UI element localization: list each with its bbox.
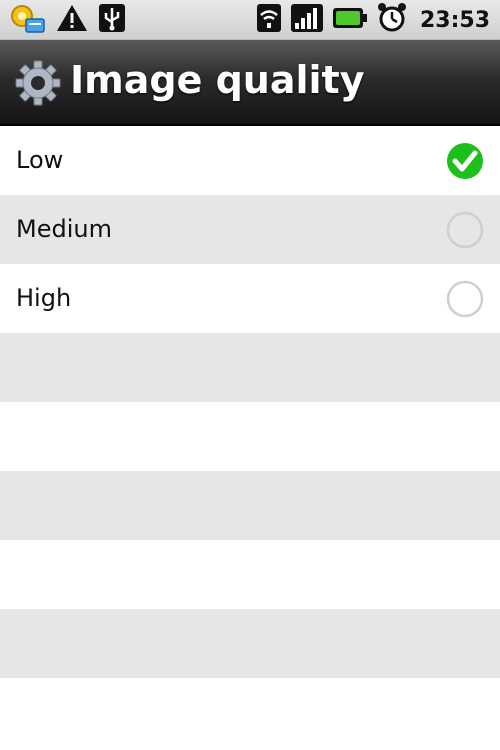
settings-notification-icon[interactable] xyxy=(8,2,46,38)
radio-unselected-icon[interactable] xyxy=(446,211,484,249)
empty-row xyxy=(0,609,500,678)
status-bar: 23:53 xyxy=(0,0,500,40)
option-medium[interactable]: Medium xyxy=(0,195,500,264)
empty-row xyxy=(0,402,500,471)
status-clock: 23:53 xyxy=(419,7,490,33)
page-title: Image quality xyxy=(70,58,365,102)
empty-row xyxy=(0,333,500,402)
empty-row xyxy=(0,678,500,747)
empty-row xyxy=(0,471,500,540)
option-label: High xyxy=(16,284,72,312)
signal-icon xyxy=(290,3,324,37)
title-bar: Image quality xyxy=(0,40,500,126)
option-label: Low xyxy=(16,146,64,174)
option-high[interactable]: High xyxy=(0,264,500,333)
option-label: Medium xyxy=(16,215,112,243)
options-list: Low Medium High xyxy=(0,126,500,747)
empty-row xyxy=(0,540,500,609)
wifi-icon xyxy=(256,3,282,37)
radio-selected-icon[interactable] xyxy=(446,142,484,180)
option-low[interactable]: Low xyxy=(0,126,500,195)
gear-icon xyxy=(14,59,62,107)
radio-unselected-icon[interactable] xyxy=(446,280,484,318)
alarm-icon xyxy=(376,2,408,38)
warning-icon[interactable] xyxy=(56,3,88,37)
usb-icon[interactable] xyxy=(98,3,126,37)
battery-icon xyxy=(332,5,368,35)
